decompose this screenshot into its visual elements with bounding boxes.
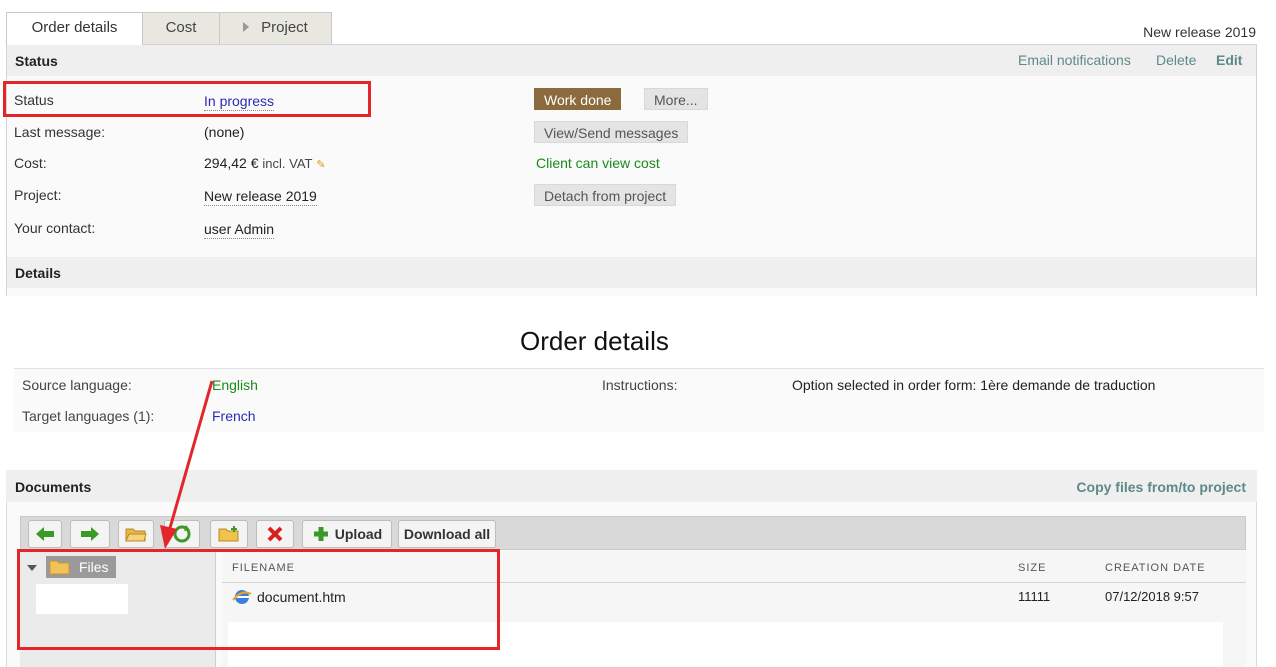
caret-right-icon (243, 22, 250, 32)
column-creation-date[interactable]: CREATION DATE (1105, 562, 1206, 574)
tab-cost-label: Cost (165, 19, 197, 36)
download-all-label: Download all (403, 526, 491, 542)
cost-suffix: incl. VAT (262, 156, 313, 171)
close-icon (267, 526, 283, 542)
folder-icon (49, 560, 70, 575)
file-size: 11111 (1018, 589, 1051, 604)
tree-item-files[interactable]: Files (46, 556, 116, 578)
new-folder-icon (218, 526, 239, 542)
last-message-label: Last message: (14, 124, 106, 140)
column-size[interactable]: SIZE (1018, 562, 1046, 574)
cost-value: 294,42 € incl. VAT ✎ (204, 155, 326, 171)
contact-value-link[interactable]: user Admin (204, 221, 275, 239)
upload-button[interactable]: Upload (302, 520, 392, 548)
annotation-arrow (160, 380, 214, 549)
more-button[interactable]: More... (644, 88, 708, 110)
cost-label: Cost: (14, 155, 47, 171)
table-row[interactable]: document.htm 11111 07/12/2018 9:57 (222, 585, 1246, 611)
pencil-icon[interactable]: ✎ (316, 159, 325, 171)
project-value-link[interactable]: New release 2019 (204, 188, 317, 206)
details-section-title: Details (15, 265, 61, 281)
file-name: document.htm (257, 589, 346, 605)
page-title: Order details (520, 326, 669, 356)
client-can-view-cost-note: Client can view cost (536, 155, 660, 171)
web-file-icon (232, 590, 252, 604)
tree-blank-area (36, 584, 128, 614)
tab-project[interactable]: Project (219, 12, 332, 44)
tab-order-details-label: Order details (31, 19, 118, 36)
tab-order-details[interactable]: Order details (6, 12, 143, 45)
email-notifications-link[interactable]: Email notifications (1018, 52, 1131, 68)
back-button[interactable] (28, 520, 62, 548)
last-message-value: (none) (204, 124, 245, 140)
expand-arrow-icon[interactable] (27, 565, 37, 571)
contact-label: Your contact: (14, 220, 96, 236)
arrow-right-icon (81, 527, 99, 541)
cost-amount: 294,42 € (204, 155, 259, 171)
project-label: Project: (14, 187, 62, 203)
target-languages-label: Target languages (1): (22, 408, 155, 424)
view-send-messages-button[interactable]: View/Send messages (534, 121, 689, 143)
open-folder-icon (125, 528, 147, 542)
delete-link[interactable]: Delete (1156, 52, 1196, 68)
status-section-title: Status (15, 53, 58, 69)
status-value-link[interactable]: In progress (204, 93, 275, 111)
arrow-left-icon (36, 527, 54, 541)
column-divider (222, 582, 1246, 583)
details-section-header: Details (7, 257, 1256, 288)
header-project-name: New release 2019 (1143, 24, 1256, 40)
instructions-value: Option selected in order form: 1ère dema… (792, 377, 1156, 393)
instructions-label: Instructions: (602, 377, 678, 393)
edit-link[interactable]: Edit (1216, 52, 1242, 68)
upload-label: Upload (334, 526, 383, 542)
tree-item-label: Files (79, 559, 109, 575)
file-date: 07/12/2018 9:57 (1105, 589, 1199, 604)
detach-from-project-button[interactable]: Detach from project (534, 184, 677, 206)
delete-button[interactable] (256, 520, 294, 548)
download-all-button[interactable]: Download all (398, 520, 496, 548)
open-folder-button[interactable] (118, 520, 154, 548)
tab-project-label: Project (261, 19, 308, 36)
work-done-button[interactable]: Work done (534, 88, 622, 110)
source-language-label: Source language: (22, 377, 132, 393)
plus-icon (313, 527, 328, 541)
status-label: Status (14, 92, 54, 108)
column-filename[interactable]: FILENAME (232, 562, 295, 574)
file-list-blank-area (228, 622, 1223, 667)
tab-cost[interactable]: Cost (142, 12, 220, 44)
forward-button[interactable] (70, 520, 110, 548)
copy-files-link[interactable]: Copy files from/to project (1076, 479, 1246, 495)
documents-section-title: Documents (15, 479, 92, 495)
